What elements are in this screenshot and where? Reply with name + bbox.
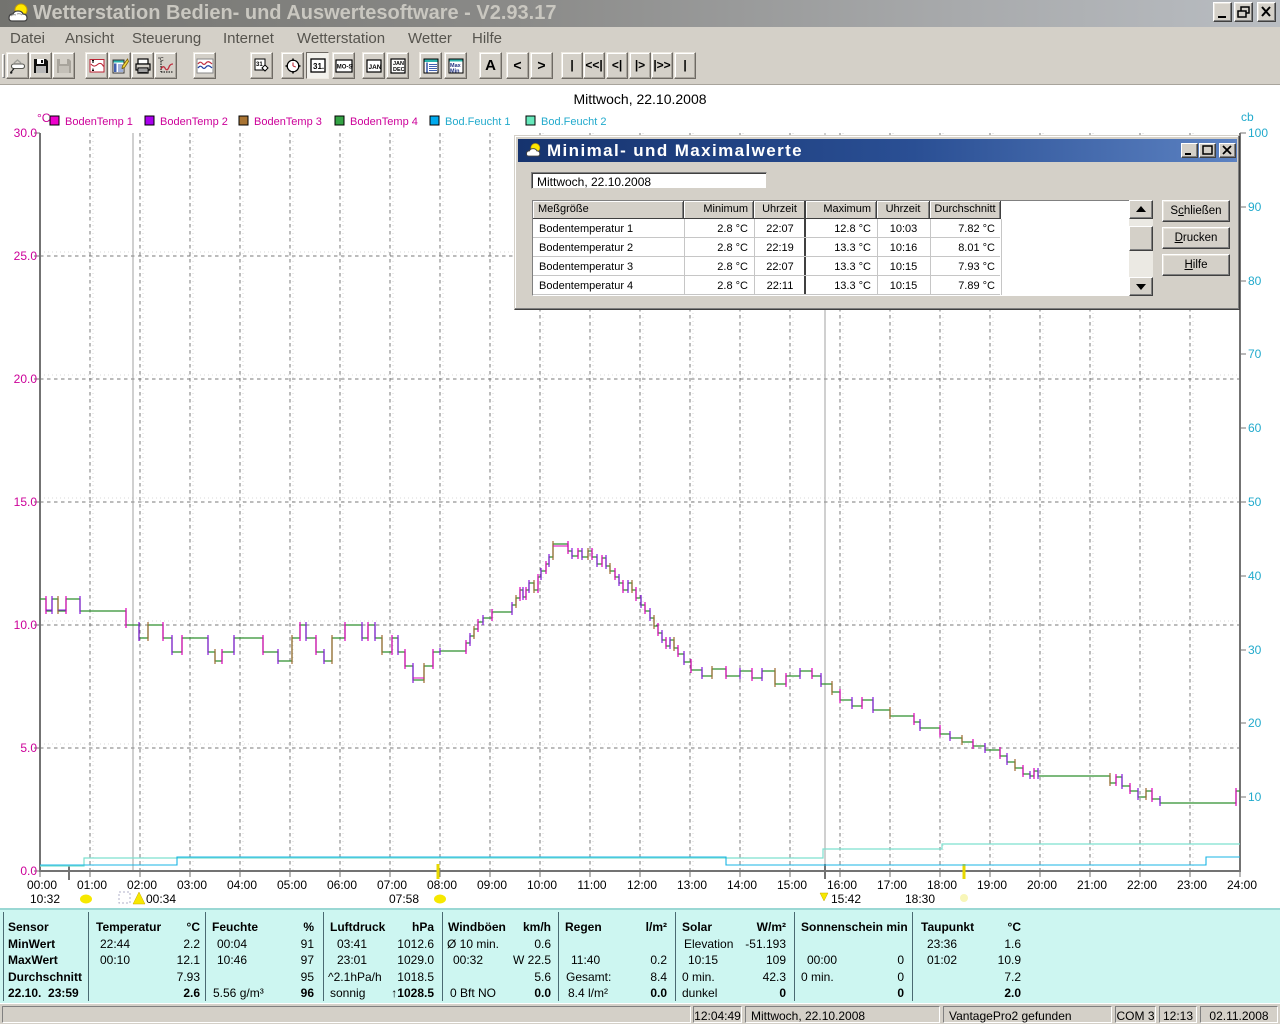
svg-text:MO-SU: MO-SU bbox=[337, 65, 353, 71]
svg-text:JAN: JAN bbox=[369, 64, 382, 71]
svg-text:17:00: 17:00 bbox=[877, 878, 907, 892]
svg-text:19:00: 19:00 bbox=[977, 878, 1007, 892]
svg-text:BodenTemp 4: BodenTemp 4 bbox=[350, 116, 418, 128]
svg-text:31.: 31. bbox=[313, 62, 324, 71]
svg-text:20.0: 20.0 bbox=[14, 372, 38, 386]
svg-text:09:00: 09:00 bbox=[477, 878, 507, 892]
svg-text:10.0: 10.0 bbox=[14, 618, 38, 632]
svg-text:Bod.Feucht 1: Bod.Feucht 1 bbox=[445, 116, 510, 128]
svg-text:30.0: 30.0 bbox=[14, 126, 38, 140]
svg-text:BodenTemp 2: BodenTemp 2 bbox=[160, 116, 228, 128]
svg-text:Mittwoch, 22.10.2008: Mittwoch, 22.10.2008 bbox=[573, 91, 706, 107]
svg-text:18:30: 18:30 bbox=[905, 892, 935, 906]
svg-text:00:00: 00:00 bbox=[27, 878, 57, 892]
svg-text:07:58: 07:58 bbox=[389, 892, 419, 906]
svg-text:10:32: 10:32 bbox=[30, 892, 60, 906]
svg-text:06:00: 06:00 bbox=[327, 878, 357, 892]
svg-text:23:00: 23:00 bbox=[1177, 878, 1207, 892]
svg-text:50: 50 bbox=[1248, 495, 1262, 509]
svg-text:21:00: 21:00 bbox=[1077, 878, 1107, 892]
svg-text:25.0: 25.0 bbox=[14, 249, 38, 263]
svg-text:04:00: 04:00 bbox=[227, 878, 257, 892]
svg-text:08:00: 08:00 bbox=[427, 878, 457, 892]
svg-text:10: 10 bbox=[1248, 790, 1262, 804]
svg-text:22:00: 22:00 bbox=[1127, 878, 1157, 892]
svg-text:70: 70 bbox=[1248, 347, 1262, 361]
svg-text:02:00: 02:00 bbox=[127, 878, 157, 892]
svg-text:BodenTemp 3: BodenTemp 3 bbox=[254, 116, 322, 128]
svg-text:DEC: DEC bbox=[393, 67, 405, 73]
svg-text:00:34: 00:34 bbox=[146, 892, 176, 906]
svg-text:20: 20 bbox=[1248, 716, 1262, 730]
svg-text:24:00: 24:00 bbox=[1227, 878, 1257, 892]
svg-text:13:00: 13:00 bbox=[677, 878, 707, 892]
svg-text:16:00: 16:00 bbox=[827, 878, 857, 892]
svg-text:cb: cb bbox=[1241, 110, 1254, 124]
svg-text:15:00: 15:00 bbox=[777, 878, 807, 892]
svg-text:07:00: 07:00 bbox=[377, 878, 407, 892]
svg-text:15.0: 15.0 bbox=[14, 495, 38, 509]
svg-text:03:00: 03:00 bbox=[177, 878, 207, 892]
svg-text:100: 100 bbox=[1248, 126, 1268, 140]
svg-text:30: 30 bbox=[1248, 643, 1262, 657]
svg-text:Min: Min bbox=[450, 69, 460, 75]
svg-text:Bod.Feucht 2: Bod.Feucht 2 bbox=[541, 116, 606, 128]
svg-text:20:00: 20:00 bbox=[1027, 878, 1057, 892]
svg-text:01:00: 01:00 bbox=[77, 878, 107, 892]
svg-text:80: 80 bbox=[1248, 274, 1262, 288]
svg-text:11:00: 11:00 bbox=[577, 878, 606, 892]
svg-text:15:42: 15:42 bbox=[831, 892, 861, 906]
svg-text:BodenTemp 1: BodenTemp 1 bbox=[65, 116, 133, 128]
svg-text:0.0: 0.0 bbox=[20, 864, 37, 878]
svg-text:12:00: 12:00 bbox=[627, 878, 657, 892]
svg-text:18:00: 18:00 bbox=[927, 878, 957, 892]
svg-text:90: 90 bbox=[1248, 200, 1262, 214]
svg-text:5.0: 5.0 bbox=[20, 741, 37, 755]
svg-text:10:00: 10:00 bbox=[527, 878, 557, 892]
svg-text:60: 60 bbox=[1248, 421, 1262, 435]
svg-text:05:00: 05:00 bbox=[277, 878, 307, 892]
svg-text:14:00: 14:00 bbox=[727, 878, 757, 892]
svg-text:°C: °C bbox=[37, 111, 51, 125]
svg-text:40: 40 bbox=[1248, 569, 1262, 583]
